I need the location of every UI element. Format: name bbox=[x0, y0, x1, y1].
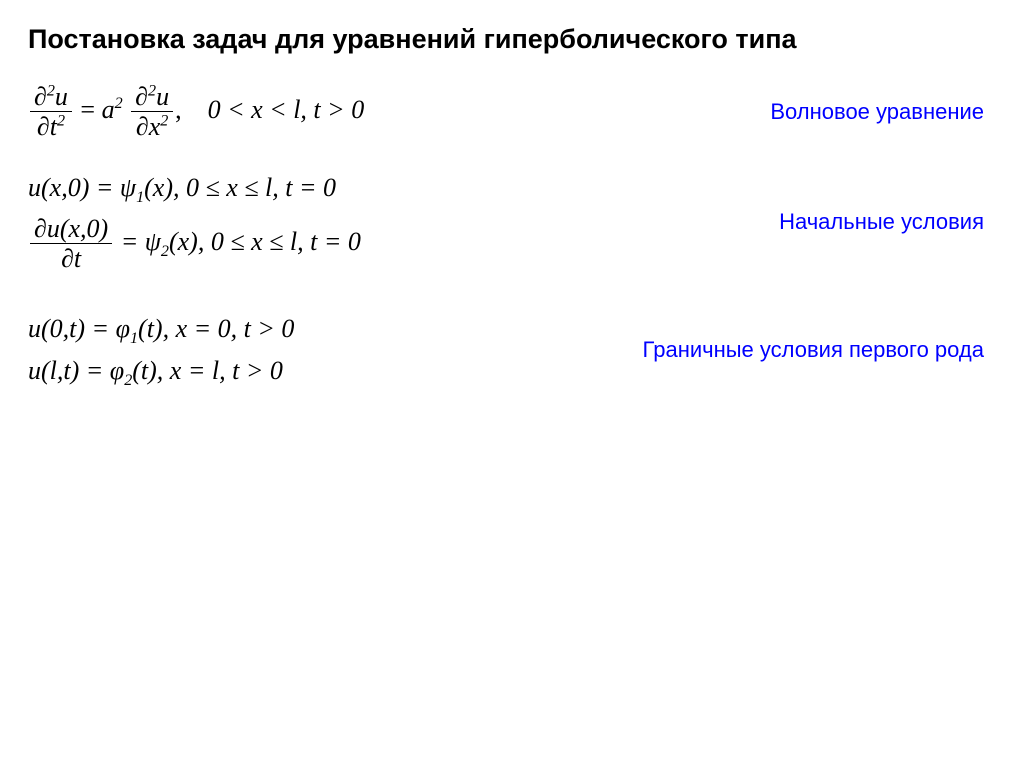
den-dt: ∂t bbox=[37, 112, 57, 141]
ic2-rest: (x), 0 ≤ x ≤ l, t = 0 bbox=[169, 226, 361, 255]
ic1-rest: (x), 0 ≤ x ≤ l, t = 0 bbox=[144, 173, 336, 202]
coef-a-sup: 2 bbox=[115, 95, 123, 112]
partial-symbol: ∂ bbox=[34, 82, 47, 111]
boundary-note: Граничные условия первого рода bbox=[643, 337, 996, 363]
bc1-rest: (t), x = 0, t > 0 bbox=[138, 314, 294, 343]
boundary-conditions: u(0,t) = φ1(t), x = 0, t > 0 u(l,t) = φ2… bbox=[28, 308, 294, 392]
ic2-sub: 2 bbox=[161, 243, 169, 260]
slide: Постановка задач для уравнений гиперболи… bbox=[0, 0, 1024, 768]
var-u: u bbox=[55, 82, 68, 111]
bc1-sub: 1 bbox=[130, 330, 138, 347]
initial-conditions: u(x,0) = ψ1(x), 0 ≤ x ≤ l, t = 0 ∂u(x,0)… bbox=[28, 167, 361, 279]
bc2-left: u(l,t) = φ bbox=[28, 356, 124, 385]
ic2-den: ∂t bbox=[30, 244, 112, 272]
ic2-eq: = ψ bbox=[114, 226, 161, 255]
sup-2: 2 bbox=[47, 82, 55, 99]
equals-sign: = bbox=[80, 95, 95, 124]
ic1-left: u(x,0) = ψ bbox=[28, 173, 136, 202]
bc1-left: u(0,t) = φ bbox=[28, 314, 130, 343]
initial-cond-2: ∂u(x,0) ∂t = ψ2(x), 0 ≤ x ≤ l, t = 0 bbox=[28, 209, 361, 279]
sup-2c: 2 bbox=[148, 82, 156, 99]
initial-conditions-row: u(x,0) = ψ1(x), 0 ≤ x ≤ l, t = 0 ∂u(x,0)… bbox=[28, 167, 996, 279]
var-u-2: u bbox=[156, 82, 169, 111]
bc2-rest: (t), x = l, t > 0 bbox=[132, 356, 283, 385]
boundary-cond-1: u(0,t) = φ1(t), x = 0, t > 0 bbox=[28, 308, 294, 350]
coef-a: a bbox=[102, 95, 115, 124]
wave-domain: 0 < x < l, t > 0 bbox=[208, 95, 365, 124]
ic2-fraction: ∂u(x,0) ∂t bbox=[30, 215, 112, 273]
boundary-conditions-row: u(0,t) = φ1(t), x = 0, t > 0 u(l,t) = φ2… bbox=[28, 308, 996, 392]
initial-note: Начальные условия bbox=[779, 209, 996, 235]
ic2-num: ∂u(x,0) bbox=[30, 215, 112, 244]
boundary-cond-2: u(l,t) = φ2(t), x = l, t > 0 bbox=[28, 350, 294, 392]
wave-equation-row: ∂2u ∂t2 = a2 ∂2u ∂x2 , 0 < x < l, t > 0 … bbox=[28, 77, 996, 147]
ic1-sub: 1 bbox=[136, 189, 144, 206]
wave-rhs-fraction: ∂2u ∂x2 bbox=[131, 83, 173, 141]
wave-equation: ∂2u ∂t2 = a2 ∂2u ∂x2 , 0 < x < l, t > 0 bbox=[28, 77, 364, 147]
sup-2b: 2 bbox=[57, 113, 65, 130]
wave-note: Волновое уравнение bbox=[770, 99, 996, 125]
den-dx: ∂x bbox=[136, 112, 160, 141]
initial-cond-1: u(x,0) = ψ1(x), 0 ≤ x ≤ l, t = 0 bbox=[28, 167, 361, 209]
partial-symbol-2: ∂ bbox=[135, 82, 148, 111]
slide-title: Постановка задач для уравнений гиперболи… bbox=[28, 24, 996, 55]
wave-lhs-fraction: ∂2u ∂t2 bbox=[30, 83, 72, 141]
sup-2d: 2 bbox=[160, 113, 168, 130]
comma: , bbox=[175, 95, 182, 124]
